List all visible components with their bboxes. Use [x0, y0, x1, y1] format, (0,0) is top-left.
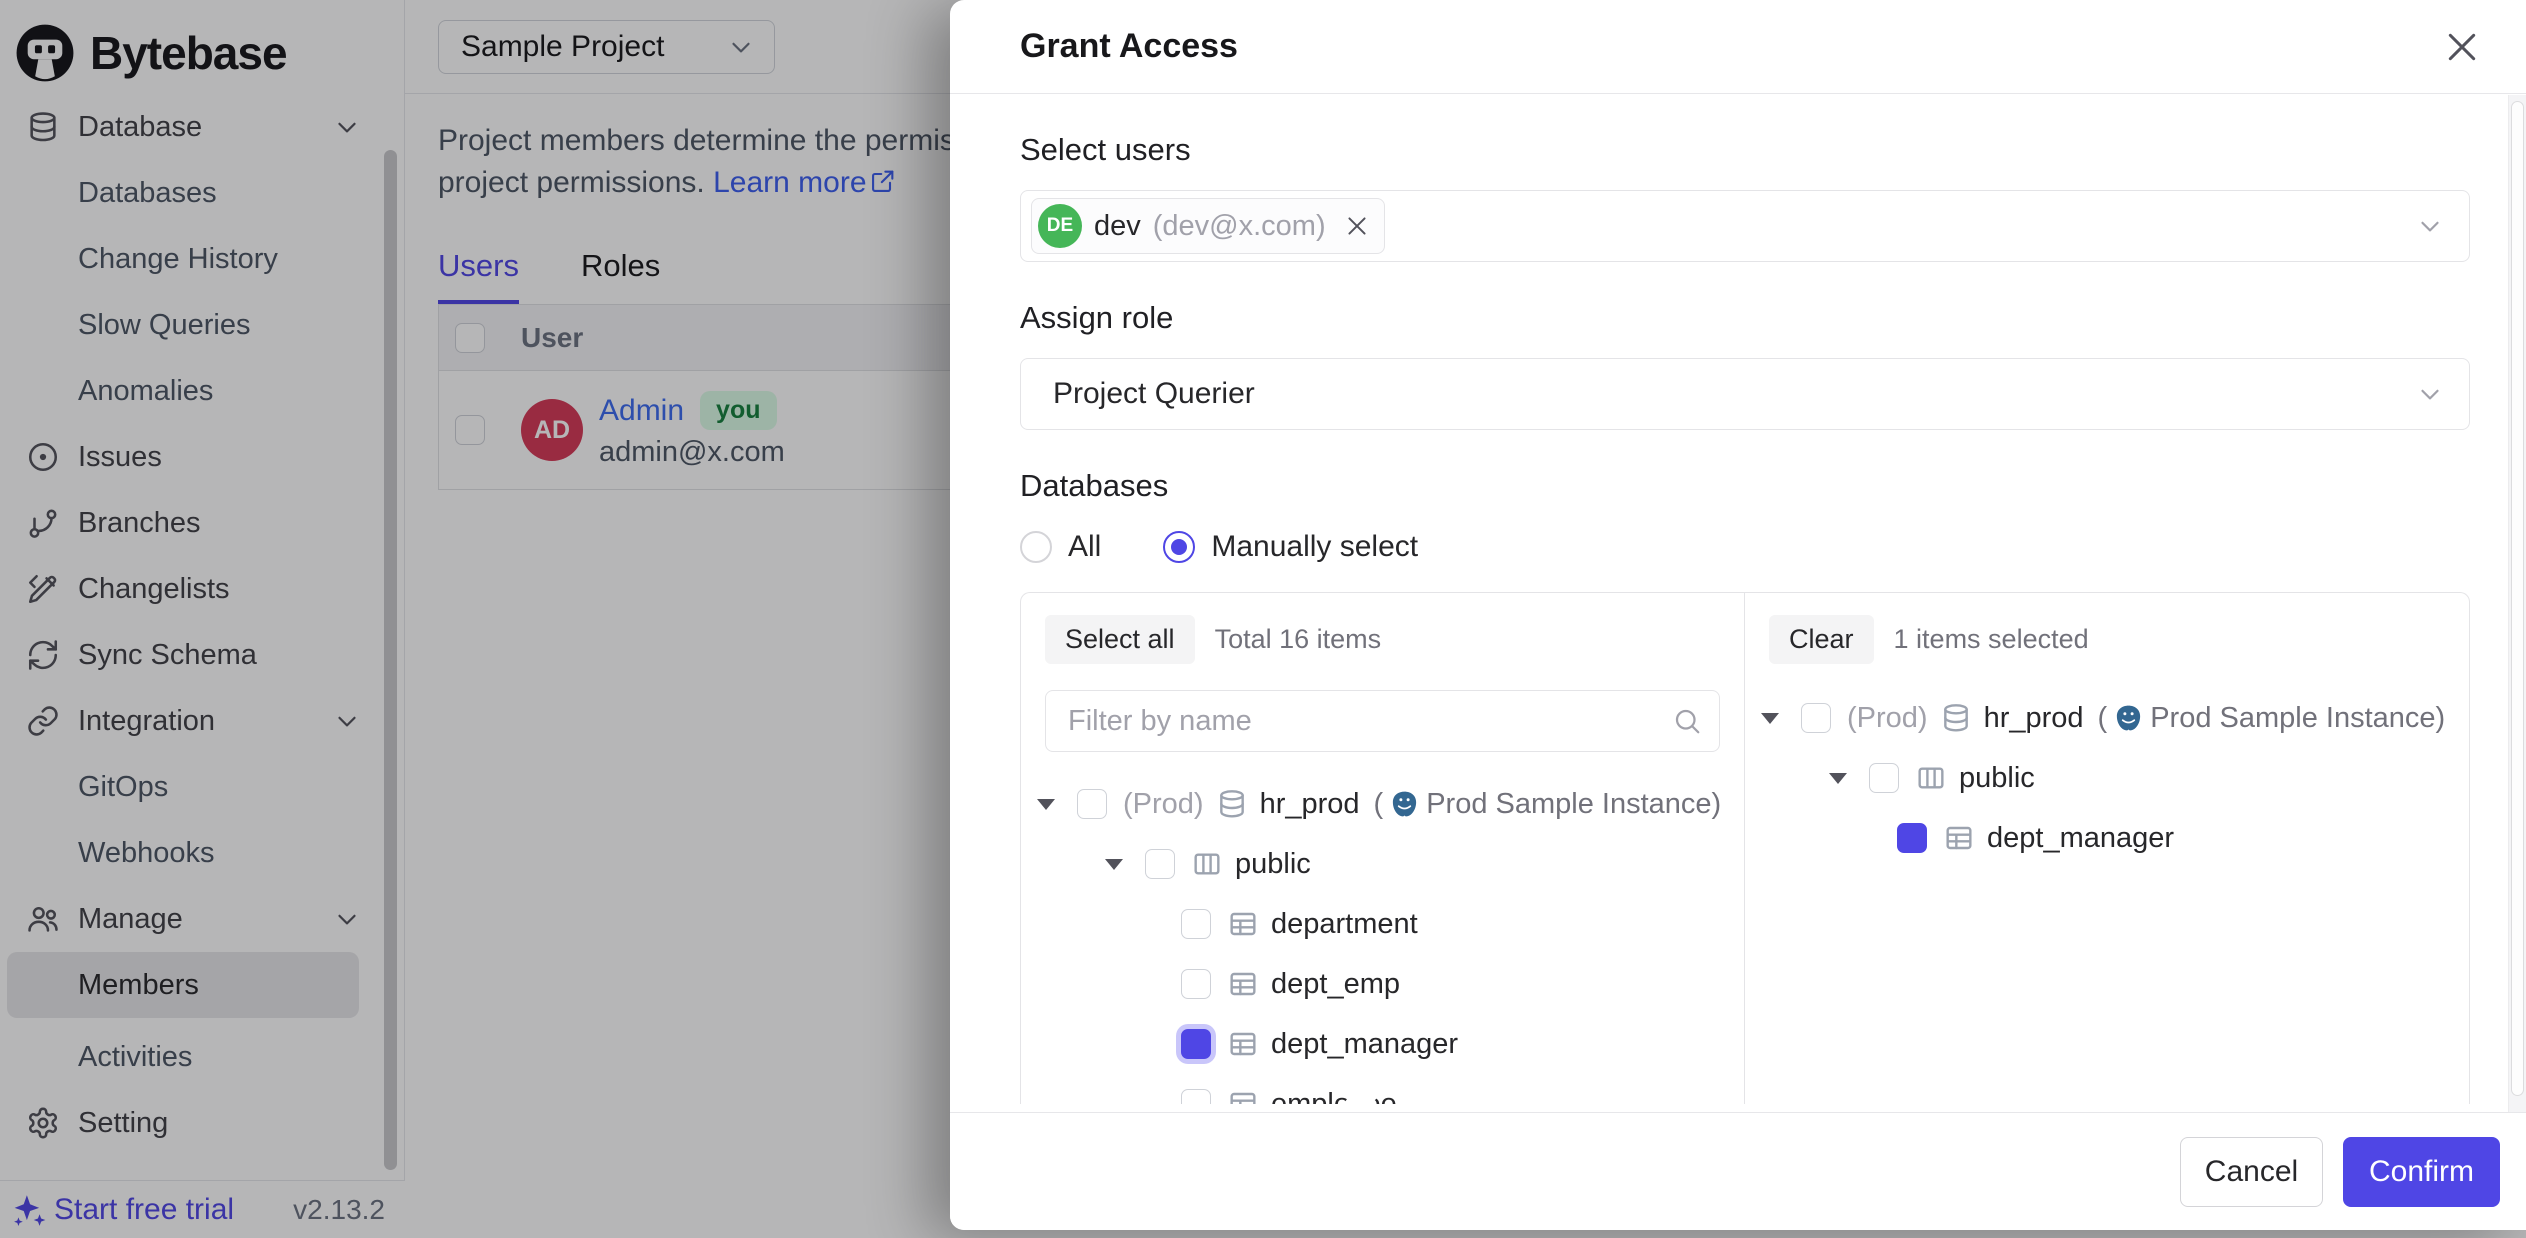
postgresql-icon — [2113, 703, 2144, 734]
user-chip: DE dev (dev@x.com) — [1031, 198, 1385, 254]
source-tree: (Prod) hr_prod ( Prod Sample Instance) p… — [1021, 774, 1744, 1104]
select-users-label: Select users — [1020, 132, 2470, 168]
modal-body: Select users DE dev (dev@x.com) Assign r… — [950, 132, 2526, 1104]
assign-role-label: Assign role — [1020, 300, 2470, 336]
cancel-button[interactable]: Cancel — [2180, 1137, 2323, 1207]
tree-node-table[interactable]: dept_manager — [1021, 1014, 1744, 1074]
checkbox[interactable] — [1145, 849, 1175, 879]
checkbox[interactable] — [1801, 703, 1831, 733]
modal-header: Grant Access — [950, 0, 2526, 94]
postgresql-icon — [1389, 789, 1420, 820]
tree-node-table[interactable]: department — [1021, 894, 1744, 954]
remove-user-icon[interactable] — [1344, 213, 1370, 239]
caret-down-icon[interactable] — [1761, 713, 1779, 724]
databases-label: Databases — [1020, 468, 2470, 504]
checkbox[interactable] — [1181, 1089, 1211, 1104]
database-icon — [1940, 702, 1972, 734]
checkbox-checked[interactable] — [1181, 1029, 1211, 1059]
modal-title: Grant Access — [1020, 27, 1238, 66]
checkbox[interactable] — [1869, 763, 1899, 793]
tree-node-database[interactable]: (Prod) hr_prod ( Prod Sample Instance) — [1745, 688, 2469, 748]
modal-scrollbar-thumb[interactable] — [2511, 101, 2524, 1096]
schema-icon — [1915, 762, 1947, 794]
close-icon[interactable] — [2442, 27, 2482, 67]
checkbox[interactable] — [1181, 909, 1211, 939]
checkbox[interactable] — [1181, 969, 1211, 999]
checkbox-checked[interactable] — [1897, 823, 1927, 853]
grant-access-modal: Grant Access Select users DE dev (dev@x.… — [950, 0, 2526, 1230]
confirm-button[interactable]: Confirm — [2343, 1137, 2500, 1207]
target-panel: Clear 1 items selected (Prod) hr_prod ( — [1745, 593, 2469, 1104]
selected-count-label: 1 items selected — [1894, 624, 2089, 655]
select-all-button[interactable]: Select all — [1045, 615, 1195, 664]
chevron-down-icon — [2415, 379, 2445, 409]
caret-down-icon[interactable] — [1105, 859, 1123, 870]
assign-role-select[interactable]: Project Querier — [1020, 358, 2470, 430]
filter-field — [1045, 690, 1720, 752]
table-icon — [1227, 908, 1259, 940]
clear-button[interactable]: Clear — [1769, 615, 1874, 664]
tree-node-database[interactable]: (Prod) hr_prod ( Prod Sample Instance) — [1021, 774, 1744, 834]
tree-node-schema[interactable]: public — [1021, 834, 1744, 894]
modal-scrollbar[interactable] — [2508, 95, 2526, 1112]
caret-down-icon[interactable] — [1037, 799, 1055, 810]
schema-icon — [1191, 848, 1223, 880]
avatar: DE — [1038, 204, 1082, 248]
search-icon — [1672, 706, 1702, 736]
tree-node-table[interactable]: dept_manager — [1745, 808, 2469, 868]
radio-manually-select[interactable]: Manually select — [1163, 530, 1418, 564]
target-tree: (Prod) hr_prod ( Prod Sample Instance) p… — [1745, 688, 2469, 868]
check-icon — [1901, 827, 2201, 977]
radio-circle[interactable] — [1163, 531, 1195, 563]
database-scope-radios: All Manually select — [1020, 530, 2470, 564]
chevron-down-icon[interactable] — [2415, 211, 2445, 241]
check-icon — [1185, 1033, 1485, 1104]
table-icon — [1227, 968, 1259, 1000]
radio-all[interactable]: All — [1020, 530, 1101, 564]
source-panel: Select all Total 16 items (Prod) — [1021, 593, 1745, 1104]
screen: Bytebase Database Databases Change Histo… — [0, 0, 2526, 1238]
tree-node-table[interactable]: dept_emp — [1021, 954, 1744, 1014]
caret-down-icon[interactable] — [1829, 773, 1847, 784]
radio-circle[interactable] — [1020, 531, 1052, 563]
modal-footer: Cancel Confirm — [950, 1112, 2526, 1230]
checkbox[interactable] — [1077, 789, 1107, 819]
select-users-input[interactable]: DE dev (dev@x.com) — [1020, 190, 2470, 262]
database-transfer-panels: Select all Total 16 items (Prod) — [1020, 592, 2470, 1104]
filter-input[interactable] — [1045, 690, 1720, 752]
total-items-label: Total 16 items — [1215, 624, 1382, 655]
tree-node-schema[interactable]: public — [1745, 748, 2469, 808]
database-icon — [1216, 788, 1248, 820]
